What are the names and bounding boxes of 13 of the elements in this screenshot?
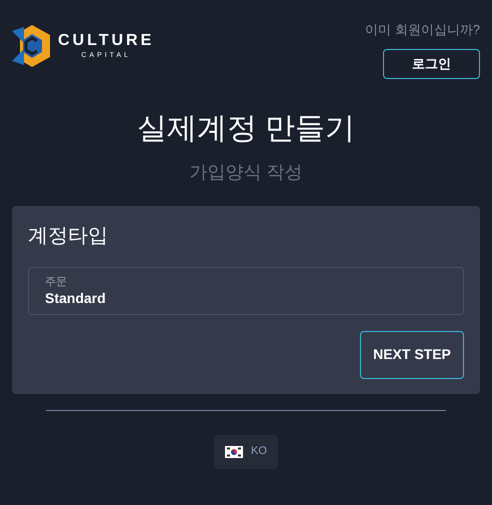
field-label: 주문: [45, 274, 68, 288]
next-step-button[interactable]: NEXT STEP: [360, 330, 464, 378]
field-value: Standard: [45, 288, 107, 306]
login-button[interactable]: 로그인: [383, 48, 480, 78]
account-prompt: 이미 회원이십니까?: [365, 21, 480, 39]
page-subtitle: 가입양식 작성: [189, 160, 302, 184]
logo-icon: [12, 23, 52, 70]
flag-icon: [225, 446, 244, 458]
card-title: 계정타입: [28, 224, 109, 248]
page-title: 실제계정 만들기: [136, 110, 356, 146]
language-selector[interactable]: KO: [214, 434, 278, 468]
logo-name: CULTURE: [58, 33, 154, 50]
account-type-field[interactable]: 주문 Standard: [28, 266, 464, 314]
